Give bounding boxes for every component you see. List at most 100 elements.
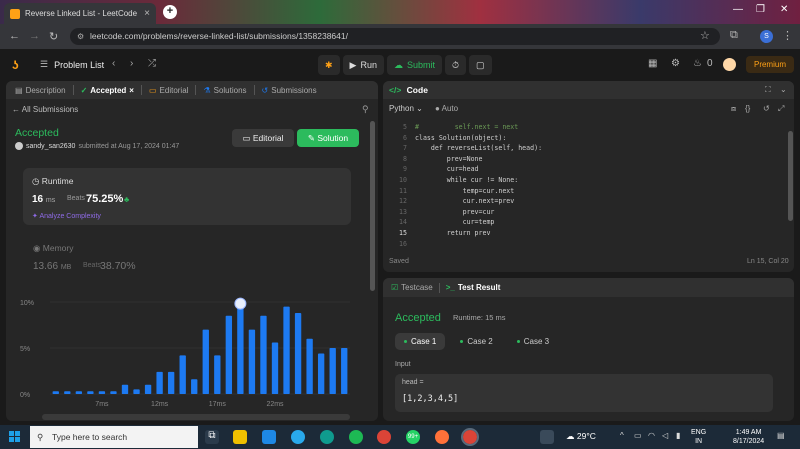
close-window-icon[interactable]: ✕ [780,4,788,15]
memory-beats-percent: 38.70% [100,260,136,272]
bookmark-icon[interactable]: ⧈ [731,104,736,114]
memory-label[interactable]: ◉ Memory [33,243,74,254]
language-select[interactable]: Python ⌄ [389,104,423,113]
auto-toggle[interactable]: ● Auto [435,104,458,113]
fullscreen-icon[interactable]: ⤢ [778,104,784,114]
run-toolbar: ✱ ▶ Run ☁ Submit ⏱ ▢ [318,55,492,75]
x-tick-label: 17ms [209,401,227,408]
run-button[interactable]: ▶ Run [342,55,384,75]
file-explorer-icon[interactable] [233,430,247,444]
language-indicator[interactable]: ENG IN [691,428,706,446]
line-number: 13 [399,207,407,216]
windows-start-icon[interactable] [9,431,21,443]
bookmark-star-icon[interactable]: ☆ [700,29,710,42]
tab-accepted[interactable]: ✓ Accepted × [76,86,139,95]
runtime-card[interactable]: ◷ Runtime 16 ms Beats 75.25% ♣ ✦ Analyze… [23,168,351,225]
format-icon[interactable]: {} [745,104,750,113]
tray-chevron-icon[interactable]: ^ [620,431,624,440]
back-icon[interactable]: ← [9,30,20,42]
whatsapp-icon[interactable]: 99+ [406,430,420,444]
solution-button[interactable]: ✎ Solution [297,129,359,147]
prev-problem-icon[interactable]: ‹ [112,58,115,69]
code-line: 10 while cur != None: [383,175,783,186]
profile-avatar[interactable]: S [760,30,773,43]
fire-icon[interactable]: ♨ [693,58,702,69]
solutions-icon: ⚗ [203,85,211,95]
divider [195,85,197,95]
submit-button[interactable]: ☁ Submit [386,55,442,75]
share-link-icon[interactable]: ⚲ [362,104,369,115]
volume-icon[interactable]: ◁ [662,431,668,440]
edit-icon: ✎ [307,133,316,143]
line-text: cur.next=prev [415,197,515,206]
code-editor[interactable]: 5 # self.next = next 6 class Solution(obje… [383,122,783,249]
tab-submissions[interactable]: ↺ Submissions [257,86,322,95]
battery-icon[interactable]: ▮ [676,431,680,440]
username[interactable]: sandy_san2630 [26,143,75,150]
panel-scrollbar[interactable] [370,121,375,291]
debug-button[interactable]: ✱ [318,55,340,75]
wifi-icon[interactable]: ◠ [648,431,655,440]
site-info-icon[interactable]: ⚙ [77,28,84,45]
case-2-tab[interactable]: Case 2 [451,333,501,350]
tab-close-icon[interactable]: × [129,86,134,95]
taskbar-clock[interactable]: 1:49 AM 8/17/2024 [733,428,764,446]
chart-range-slider[interactable] [42,414,350,420]
tab-solutions[interactable]: ⚗ Solutions [198,86,251,95]
premium-button[interactable]: Premium [746,56,794,73]
network-icon[interactable]: ▭ [634,431,642,440]
notifications-icon[interactable]: ▤ [777,431,785,440]
tab-test-result[interactable]: >_ Test Result [446,283,501,292]
tab-label: Solutions [213,85,247,95]
case-1-tab[interactable]: Case 1 [395,333,446,350]
line-number: 5 [403,123,407,131]
leetcode-logo-icon[interactable]: ʖ [12,58,24,72]
task-view-icon[interactable]: ⧉ [205,430,219,444]
chrome-icon[interactable] [377,430,391,444]
edge-icon[interactable] [320,430,334,444]
timer-button[interactable]: ⏱ [445,55,467,75]
browser-menu-icon[interactable]: ⋮ [782,29,793,42]
test-tab-bar: ☑ Testcase >_ Test Result [383,278,794,297]
minimize-icon[interactable]: — [733,4,743,15]
notes-button[interactable]: ▢ [469,55,492,75]
firefox-icon[interactable] [435,430,449,444]
browser-tab[interactable]: Reverse Linked List - LeetCode × [4,3,156,24]
case-3-tab[interactable]: Case 3 [508,333,558,350]
all-submissions-link[interactable]: ← All Submissions [12,105,78,114]
reset-icon[interactable]: ↺ [763,104,770,113]
analyze-complexity-link[interactable]: ✦ Analyze Complexity [32,212,101,220]
tab-close-icon[interactable]: × [144,8,150,19]
taskbar-search-box[interactable]: ⚲ Type here to search [30,426,198,448]
weather-widget[interactable]: ☁ 29°C [566,431,596,442]
runtime-distribution-chart[interactable]: 10% 5% 0% 7ms 12ms 17ms 22ms [20,296,356,416]
extensions-icon[interactable]: ⧉ [730,29,738,42]
collapse-icon[interactable]: ⌄ [780,85,787,94]
telegram-icon[interactable] [291,430,305,444]
user-avatar[interactable] [723,58,736,71]
tab-editorial[interactable]: ▭ Editorial [144,86,193,95]
distribution-bar [191,379,198,394]
app-icon[interactable] [540,430,554,444]
chrome-active-icon[interactable] [461,428,479,446]
temperature: 29°C [576,431,596,441]
distribution-bar [98,391,106,394]
forward-icon[interactable]: → [29,30,40,42]
maximize-icon[interactable]: ⛶ [765,85,771,95]
editorial-button[interactable]: ▭ Editorial [232,129,294,147]
new-tab-button[interactable]: + [163,5,177,19]
spotify-icon[interactable] [349,430,363,444]
shuffle-icon[interactable]: ⤮ [148,58,156,69]
mail-icon[interactable] [262,430,276,444]
tab-description[interactable]: ▤ Description [10,86,71,95]
tab-testcase[interactable]: ☑ Testcase [391,283,433,292]
problem-list-nav[interactable]: ☰ Problem List [40,59,104,70]
restore-icon[interactable]: ❐ [756,4,765,15]
layout-icon[interactable]: ▦ [648,58,657,69]
reload-icon[interactable]: ↻ [49,30,58,43]
description-icon: ▤ [15,85,23,95]
settings-icon[interactable]: ⚙ [671,58,680,69]
url-bar[interactable]: ⚙ leetcode.com/problems/reverse-linked-l… [70,28,720,45]
next-problem-icon[interactable]: › [130,58,133,69]
code-scrollbar[interactable] [788,131,793,221]
